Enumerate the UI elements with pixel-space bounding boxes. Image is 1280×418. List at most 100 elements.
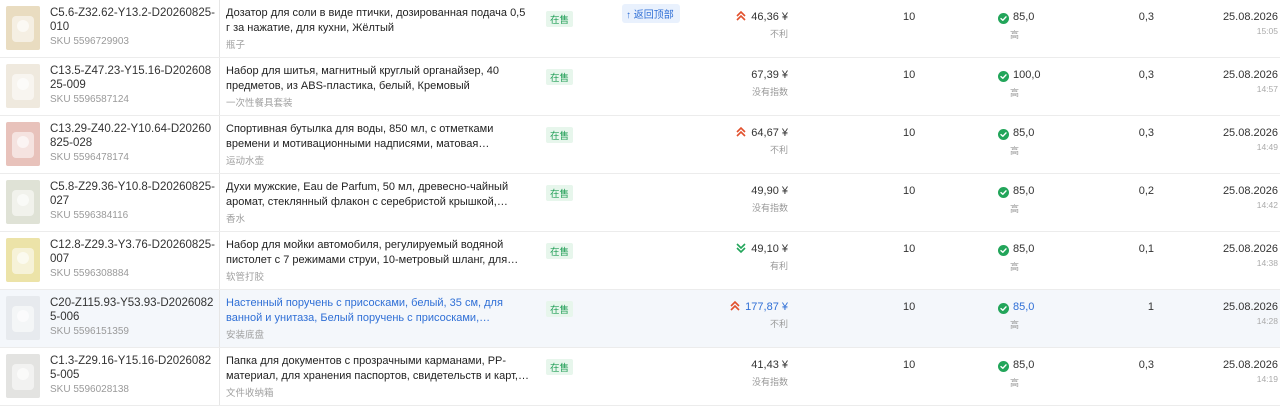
quality-score: 85,0 bbox=[1013, 185, 1035, 197]
product-code[interactable]: C20-Z115.93-Y53.93-D20260825-006 bbox=[50, 296, 215, 324]
created-date: 25.08.2026 bbox=[1222, 69, 1278, 81]
check-circle-icon bbox=[998, 11, 1009, 24]
product-sku: SKU 5596478174 bbox=[50, 152, 129, 163]
table-row[interactable]: C12.8-Z29.3-Y3.76-D20260825-007 SKU 5596… bbox=[0, 232, 1280, 290]
product-price: 46,36 ¥ bbox=[751, 11, 788, 23]
quality-score-label: 高 bbox=[1010, 146, 1020, 156]
price-index-label: 没有指数 bbox=[751, 203, 788, 213]
quantity: 10 bbox=[903, 301, 916, 313]
quality-score: 85,0 bbox=[1013, 11, 1035, 23]
product-sku: SKU 5596151359 bbox=[50, 326, 129, 337]
product-code[interactable]: C5.8-Z29.36-Y10.8-D20260825-027 bbox=[50, 180, 215, 208]
status-badge: 在售 bbox=[546, 243, 574, 259]
ratio-value: 0,3 bbox=[1138, 127, 1154, 139]
quantity: 10 bbox=[903, 11, 916, 23]
product-category: 安装底盘 bbox=[226, 330, 265, 341]
product-thumbnail[interactable] bbox=[6, 354, 40, 398]
quality-score-label: 高 bbox=[1010, 30, 1020, 40]
table-row[interactable]: C13.5-Z47.23-Y15.16-D20260825-009 SKU 55… bbox=[0, 58, 1280, 116]
status-badge: 在售 bbox=[546, 69, 574, 85]
created-time: 15:05 bbox=[1256, 26, 1278, 36]
product-code[interactable]: C1.3-Z29.16-Y15.16-D20260825-005 bbox=[50, 354, 215, 382]
price-index-label: 有利 bbox=[769, 261, 788, 271]
product-category: 一次性餐具套装 bbox=[226, 98, 293, 109]
trend-icon bbox=[736, 242, 746, 254]
product-thumbnail[interactable] bbox=[6, 238, 40, 282]
product-price: 49,10 ¥ bbox=[751, 243, 788, 255]
price-index-label: 不利 bbox=[769, 319, 788, 329]
created-date: 25.08.2026 bbox=[1222, 11, 1278, 23]
trend-icon bbox=[730, 300, 740, 312]
created-date: 25.08.2026 bbox=[1222, 301, 1278, 313]
created-time: 14:42 bbox=[1256, 200, 1278, 210]
ratio-value: 0,1 bbox=[1138, 243, 1154, 255]
product-sku: SKU 5596308884 bbox=[50, 268, 129, 279]
check-circle-icon bbox=[998, 301, 1009, 314]
ratio-value: 0,3 bbox=[1138, 69, 1154, 81]
quality-score-label: 高 bbox=[1010, 204, 1020, 214]
back-to-top-button[interactable]: ↑ 返回顶部 bbox=[622, 4, 680, 23]
status-badge: 在售 bbox=[546, 127, 574, 143]
created-date: 25.08.2026 bbox=[1222, 359, 1278, 371]
price-index-label: 没有指数 bbox=[751, 377, 788, 387]
price-index-label: 不利 bbox=[769, 145, 788, 155]
check-circle-icon bbox=[998, 185, 1009, 198]
product-thumbnail[interactable] bbox=[6, 6, 40, 50]
arrow-up-icon: ↑ bbox=[626, 10, 631, 21]
check-circle-icon bbox=[998, 243, 1009, 256]
table-row[interactable]: C13.29-Z40.22-Y10.64-D20260825-028 SKU 5… bbox=[0, 116, 1280, 174]
product-title[interactable]: Настенный поручень с присосками, белый, … bbox=[226, 296, 531, 326]
quality-score: 85,0 bbox=[1013, 301, 1035, 313]
product-sku: SKU 5596384116 bbox=[50, 210, 129, 221]
product-code[interactable]: C5.6-Z32.62-Y13.2-D20260825-010 bbox=[50, 6, 215, 34]
quality-score: 100,0 bbox=[1013, 69, 1041, 81]
quality-score: 85,0 bbox=[1013, 127, 1035, 139]
ratio-value: 1 bbox=[1147, 301, 1154, 313]
product-thumbnail[interactable] bbox=[6, 64, 40, 108]
product-thumbnail[interactable] bbox=[6, 296, 40, 340]
product-sku: SKU 5596587124 bbox=[50, 94, 129, 105]
product-category: 软管打胶 bbox=[226, 272, 265, 283]
ratio-value: 0,3 bbox=[1138, 11, 1154, 23]
product-title[interactable]: Дозатор для соли в виде птички, дозирова… bbox=[226, 6, 531, 36]
quantity: 10 bbox=[903, 127, 916, 139]
ratio-value: 0,3 bbox=[1138, 359, 1154, 371]
product-price: 64,67 ¥ bbox=[751, 127, 788, 139]
product-title[interactable]: Папка для документов с прозрачными карма… bbox=[226, 354, 531, 384]
check-circle-icon bbox=[998, 69, 1009, 82]
created-time: 14:28 bbox=[1256, 316, 1278, 326]
product-code[interactable]: C12.8-Z29.3-Y3.76-D20260825-007 bbox=[50, 238, 215, 266]
quality-score-label: 高 bbox=[1010, 88, 1020, 98]
trend-icon bbox=[736, 10, 746, 22]
price-index-label: 没有指数 bbox=[751, 87, 788, 97]
product-category: 香水 bbox=[226, 214, 246, 225]
product-title[interactable]: Духи мужские, Eau de Parfum, 50 мл, древ… bbox=[226, 180, 531, 210]
back-to-top-label: 返回顶部 bbox=[633, 10, 674, 21]
price-index-label: 不利 bbox=[769, 29, 788, 39]
product-title[interactable]: Набор для мойки автомобиля, регулируемый… bbox=[226, 238, 531, 268]
created-time: 14:57 bbox=[1256, 84, 1278, 94]
product-category: 运动水壶 bbox=[226, 156, 265, 167]
product-thumbnail[interactable] bbox=[6, 180, 40, 224]
status-badge: 在售 bbox=[546, 301, 574, 317]
product-sku: SKU 5596028138 bbox=[50, 384, 129, 395]
quantity: 10 bbox=[903, 359, 916, 371]
quality-score: 85,0 bbox=[1013, 243, 1035, 255]
product-price: 49,90 ¥ bbox=[751, 185, 788, 197]
quantity: 10 bbox=[903, 69, 916, 81]
created-date: 25.08.2026 bbox=[1222, 127, 1278, 139]
product-code[interactable]: C13.5-Z47.23-Y15.16-D20260825-009 bbox=[50, 64, 215, 92]
status-badge: 在售 bbox=[546, 185, 574, 201]
table-row[interactable]: C5.8-Z29.36-Y10.8-D20260825-027 SKU 5596… bbox=[0, 174, 1280, 232]
trend-icon bbox=[736, 126, 746, 138]
product-category: 文件收纳箱 bbox=[226, 388, 274, 399]
status-badge: 在售 bbox=[546, 359, 574, 375]
product-title[interactable]: Набор для шитья, магнитный круглый орган… bbox=[226, 64, 531, 94]
product-code[interactable]: C13.29-Z40.22-Y10.64-D20260825-028 bbox=[50, 122, 215, 150]
quality-score: 85,0 bbox=[1013, 359, 1035, 371]
quality-score-label: 高 bbox=[1010, 320, 1020, 330]
product-thumbnail[interactable] bbox=[6, 122, 40, 166]
product-title[interactable]: Спортивная бутылка для воды, 850 мл, с о… bbox=[226, 122, 531, 152]
table-row[interactable]: C1.3-Z29.16-Y15.16-D20260825-005 SKU 559… bbox=[0, 348, 1280, 406]
table-row[interactable]: C20-Z115.93-Y53.93-D20260825-006 SKU 559… bbox=[0, 290, 1280, 348]
